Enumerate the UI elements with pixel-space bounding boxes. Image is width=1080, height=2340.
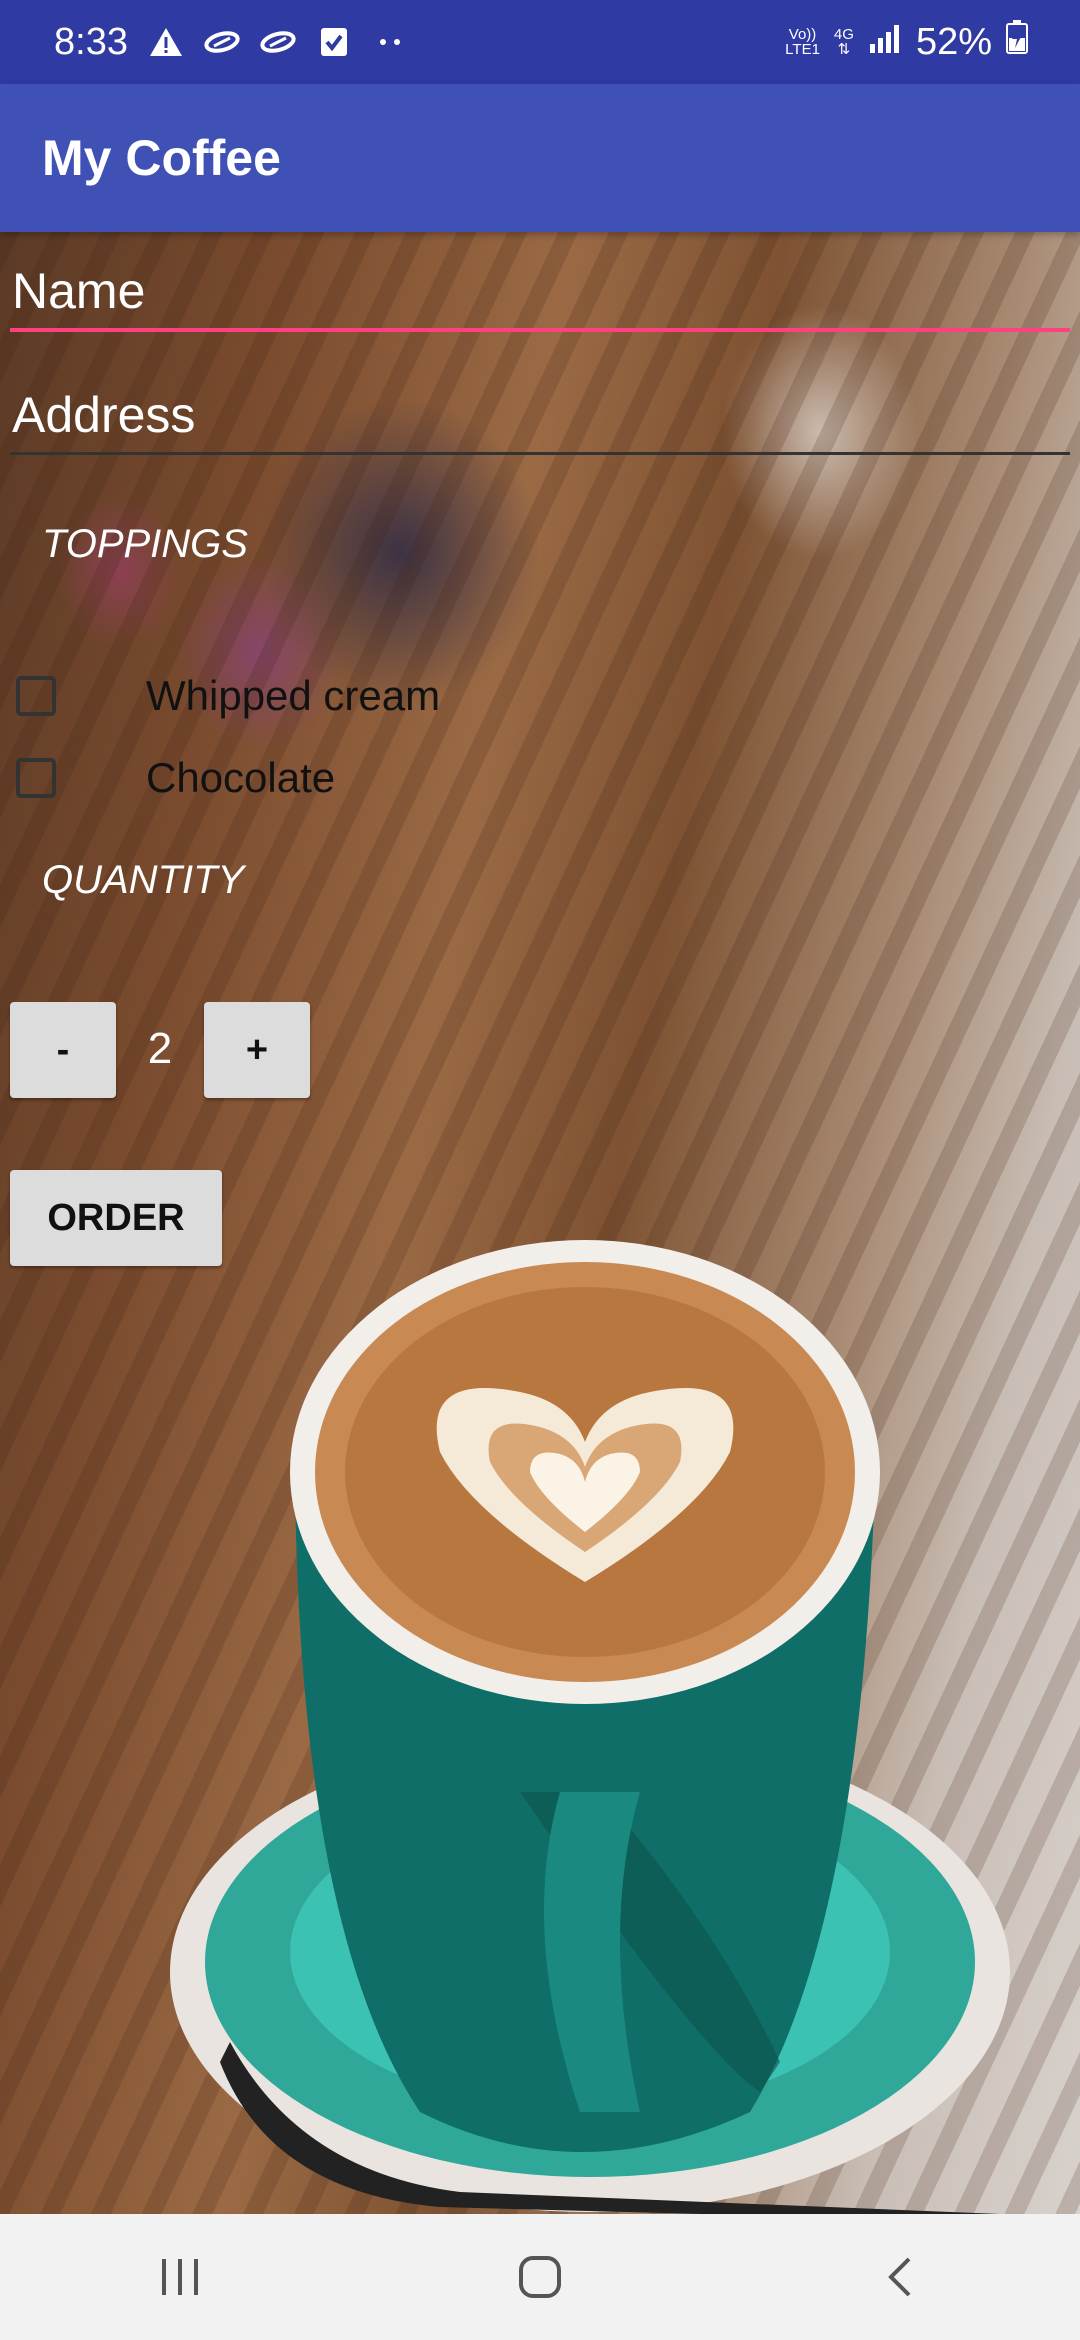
warning-icon — [148, 24, 184, 60]
navigation-bar — [0, 2214, 1080, 2340]
signal-icon — [868, 21, 902, 64]
checkbox-icon — [316, 24, 352, 60]
address-field[interactable]: Address — [10, 386, 1070, 455]
status-left: 8:33 — [54, 21, 408, 64]
app-bar: My Coffee — [0, 84, 1080, 232]
quantity-value: 2 — [147, 1024, 173, 1073]
status-time: 8:33 — [54, 20, 128, 63]
battery-icon — [1006, 20, 1028, 64]
toppings-label: TOPPINGS — [42, 522, 248, 566]
whipped-cream-checkbox[interactable] — [16, 676, 56, 716]
content-area: Name Address TOPPINGS Whipped cream Choc… — [0, 232, 1080, 2214]
app-title: My Coffee — [42, 130, 281, 186]
screen: 8:33 Vo)) LTE1 4G ⇅ 52% My Coffee Name A… — [0, 0, 1080, 2340]
name-field[interactable]: Name — [10, 262, 1070, 332]
chocolate-checkbox[interactable] — [16, 758, 56, 798]
home-icon[interactable] — [480, 2237, 600, 2317]
status-right: Vo)) LTE1 4G ⇅ 52% — [785, 20, 1028, 64]
decrement-button[interactable]: - — [10, 1002, 116, 1098]
name-placeholder: Name — [12, 263, 146, 319]
link-icon — [260, 24, 296, 60]
increment-button[interactable]: + — [204, 1002, 310, 1098]
back-icon[interactable] — [840, 2237, 960, 2317]
more-dots-icon — [372, 24, 408, 60]
chocolate-label: Chocolate — [146, 754, 336, 801]
volte-label: Vo)) — [788, 26, 817, 43]
lte-label: LTE1 — [785, 41, 820, 58]
address-field-underline — [10, 452, 1070, 455]
chocolate-checkbox-row[interactable]: Chocolate — [16, 754, 335, 802]
name-field-underline — [10, 328, 1070, 332]
data-arrows-icon: ⇅ — [837, 41, 851, 58]
volte-indicator: Vo)) LTE1 — [785, 27, 820, 57]
status-bar: 8:33 Vo)) LTE1 4G ⇅ 52% — [0, 0, 1080, 84]
recent-apps-icon[interactable] — [120, 2237, 240, 2317]
whipped-cream-checkbox-row[interactable]: Whipped cream — [16, 672, 440, 720]
network-label: 4G — [833, 26, 854, 43]
quantity-label: QUANTITY — [42, 858, 245, 902]
network-indicator: 4G ⇅ — [834, 27, 854, 57]
order-button[interactable]: ORDER — [10, 1170, 222, 1266]
link-icon — [204, 24, 240, 60]
address-placeholder: Address — [12, 387, 196, 443]
battery-percent: 52% — [915, 20, 992, 63]
whipped-cream-label: Whipped cream — [146, 672, 441, 719]
